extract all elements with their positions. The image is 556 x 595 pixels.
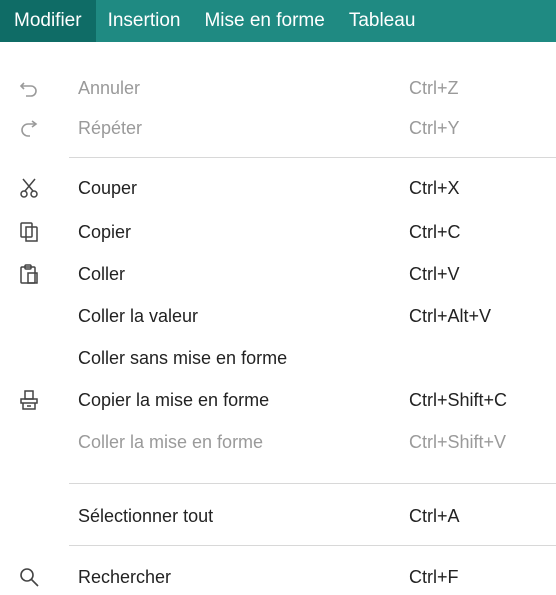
modifier-dropdown-menu: Annuler Ctrl+Z Répéter Ctrl+Y Couper Ctr… bbox=[0, 42, 556, 595]
menu-mise-en-forme[interactable]: Mise en forme bbox=[192, 0, 336, 42]
scissors-icon bbox=[16, 175, 42, 201]
menu-item-coller[interactable]: Coller Ctrl+V bbox=[0, 256, 556, 292]
menu-item-shortcut: Ctrl+Alt+V bbox=[409, 305, 492, 326]
menu-item-coller-la-mise-en-forme[interactable]: Coller la mise en forme Ctrl+Shift+V bbox=[0, 424, 556, 460]
redo-icon bbox=[16, 115, 42, 141]
menu-tableau[interactable]: Tableau bbox=[337, 0, 428, 42]
menu-item-label: Sélectionner tout bbox=[78, 505, 214, 526]
menu-item-shortcut: Ctrl+A bbox=[409, 505, 460, 526]
menu-item-label: Coller bbox=[78, 263, 126, 284]
undo-icon bbox=[16, 75, 42, 101]
menu-separator bbox=[69, 483, 556, 484]
menu-item-coller-la-valeur[interactable]: Coller la valeur Ctrl+Alt+V bbox=[0, 298, 556, 334]
menu-item-repeter[interactable]: Répéter Ctrl+Y bbox=[0, 110, 556, 146]
menu-item-label: Couper bbox=[78, 177, 138, 198]
menu-separator bbox=[69, 545, 556, 546]
menu-item-label: Copier la mise en forme bbox=[78, 389, 270, 410]
menu-item-shortcut: Ctrl+Shift+V bbox=[409, 431, 507, 452]
menu-item-shortcut: Ctrl+Y bbox=[409, 117, 460, 138]
menu-modifier[interactable]: Modifier bbox=[0, 0, 96, 42]
copy-icon bbox=[16, 219, 42, 245]
paste-icon bbox=[16, 261, 42, 287]
menu-item-coller-sans-mise-en-forme[interactable]: Coller sans mise en forme bbox=[0, 340, 556, 376]
menu-separator bbox=[69, 157, 556, 158]
menu-item-shortcut: Ctrl+V bbox=[409, 263, 460, 284]
menu-item-label: Annuler bbox=[78, 77, 141, 98]
menu-item-shortcut: Ctrl+X bbox=[409, 177, 460, 198]
menu-insertion[interactable]: Insertion bbox=[96, 0, 193, 42]
menu-item-annuler[interactable]: Annuler Ctrl+Z bbox=[0, 70, 556, 106]
search-icon bbox=[16, 564, 42, 590]
menu-item-selectionner-tout[interactable]: Sélectionner tout Ctrl+A bbox=[0, 498, 556, 534]
menu-bar: Modifier Insertion Mise en forme Tableau bbox=[0, 0, 556, 42]
menu-item-label: Rechercher bbox=[78, 566, 172, 587]
menu-item-shortcut: Ctrl+Shift+C bbox=[409, 389, 508, 410]
menu-item-label: Coller la mise en forme bbox=[78, 431, 264, 452]
menu-item-couper[interactable]: Couper Ctrl+X bbox=[0, 170, 556, 206]
menu-item-label: Coller sans mise en forme bbox=[78, 347, 288, 368]
menu-item-shortcut: Ctrl+C bbox=[409, 221, 461, 242]
menu-item-shortcut: Ctrl+Z bbox=[409, 77, 459, 98]
menu-item-copier-la-mise-en-forme[interactable]: Copier la mise en forme Ctrl+Shift+C bbox=[0, 382, 556, 418]
menu-item-label: Coller la valeur bbox=[78, 305, 199, 326]
menu-item-copier[interactable]: Copier Ctrl+C bbox=[0, 214, 556, 250]
menu-item-rechercher[interactable]: Rechercher Ctrl+F bbox=[0, 559, 556, 595]
format-painter-icon bbox=[16, 387, 42, 413]
menu-item-label: Répéter bbox=[78, 117, 143, 138]
menu-item-shortcut: Ctrl+F bbox=[409, 566, 459, 587]
menu-item-label: Copier bbox=[78, 221, 132, 242]
